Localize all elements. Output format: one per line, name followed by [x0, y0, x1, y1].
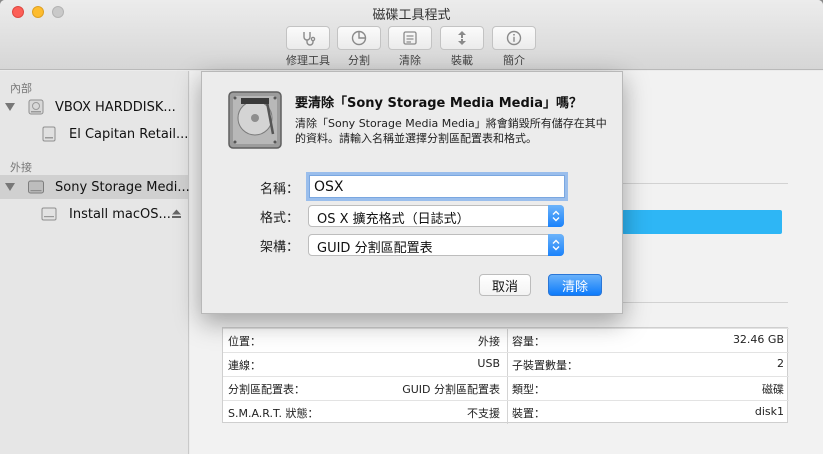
first-aid-button[interactable]	[286, 26, 330, 50]
info-value-connection: USB	[477, 357, 500, 370]
mount-icon	[458, 31, 466, 45]
info-label: 簡介	[503, 54, 525, 67]
sidebar-section-internal: 內部	[10, 82, 32, 95]
partition-label: 分割	[348, 54, 370, 67]
info-label-device: 裝置：	[512, 407, 545, 420]
scheme-select[interactable]: GUID 分割區配置表	[308, 234, 564, 256]
sidebar-item-label: VBOX HARDDISK...	[55, 99, 176, 115]
volume-icon	[42, 126, 56, 142]
sidebar-item-el-capitan[interactable]: El Capitan Retail...	[0, 122, 188, 146]
eject-icon[interactable]	[171, 209, 182, 219]
name-field[interactable]: OSX	[309, 175, 565, 198]
partition-button[interactable]	[337, 26, 381, 50]
mount-label: 裝載	[451, 54, 473, 67]
info-label-connection: 連線：	[228, 359, 261, 372]
info-label-location: 位置：	[228, 335, 261, 348]
info-row-smart: S.M.A.R.T. 狀態： 不支援 裝置： disk1	[223, 400, 789, 424]
window-title: 磁碟工具程式	[372, 8, 451, 23]
info-row-location: 位置： 外接 容量： 32.46 GB	[223, 328, 789, 352]
info-label-capacity: 容量：	[512, 335, 545, 348]
info-value-location: 外接	[478, 335, 500, 348]
info-value-child-count: 2	[777, 357, 784, 370]
first-aid-label: 修理工具	[286, 54, 330, 67]
info-value-device: disk1	[754, 405, 784, 418]
format-select[interactable]: OS X 擴充格式（日誌式）	[308, 205, 564, 227]
dialog-message: 清除「Sony Storage Media Media」將會銷毀所有儲存在其中的…	[295, 117, 607, 145]
scheme-select-value: GUID 分割區配置表	[317, 241, 433, 256]
info-button[interactable]	[492, 26, 536, 50]
usage-bar	[622, 210, 782, 234]
sidebar-item-vbox-harddisk[interactable]: VBOX HARDDISK...	[0, 95, 188, 119]
info-value-partition-map: GUID 分割區配置表	[402, 383, 500, 396]
info-value-type: 磁碟	[762, 383, 784, 396]
format-select-value: OS X 擴充格式（日誌式）	[317, 212, 470, 227]
internal-disk-icon	[28, 99, 44, 115]
volume-icon	[41, 207, 57, 221]
erase-label: 清除	[399, 54, 421, 67]
updown-chevron-icon	[548, 234, 564, 256]
sidebar-item-install-macos[interactable]: Install macOS...	[0, 202, 188, 226]
disk-info-table: 位置： 外接 容量： 32.46 GB 連線： USB 子裝置數量： 2 分割區…	[222, 327, 789, 424]
erase-button[interactable]	[388, 26, 432, 50]
partition-pie-icon	[351, 30, 367, 46]
stethoscope-icon	[303, 32, 316, 46]
external-disk-icon	[28, 180, 44, 194]
sidebar-section-external: 外接	[10, 161, 32, 174]
info-value-smart: 不支援	[467, 407, 500, 420]
dialog-title: 要清除「Sony Storage Media Media」嗎？	[295, 96, 582, 111]
sidebar-item-label: El Capitan Retail...	[69, 126, 189, 142]
mount-button[interactable]	[440, 26, 484, 50]
info-row-partition-map: 分割區配置表： GUID 分割區配置表 類型： 磁碟	[223, 376, 789, 400]
disk-utility-window: 磁碟工具程式 修理工具 分割 清除 裝載 簡介 內部 VBOX HARDDISK…	[0, 0, 823, 454]
info-icon	[506, 30, 522, 46]
info-label-smart: S.M.A.R.T. 狀態：	[228, 407, 319, 420]
cancel-button[interactable]: 取消	[479, 274, 531, 296]
info-label-partition-map: 分割區配置表：	[228, 383, 305, 396]
name-label: 名稱：	[259, 182, 299, 197]
sidebar-item-sony-storage[interactable]: Sony Storage Medi...	[0, 175, 190, 199]
disclosure-triangle-icon[interactable]	[5, 103, 15, 111]
sidebar-item-label: Sony Storage Medi...	[55, 179, 190, 195]
info-label-type: 類型：	[512, 383, 545, 396]
hard-disk-icon	[228, 91, 282, 149]
updown-chevron-icon	[548, 205, 564, 227]
erase-confirm-button[interactable]: 清除	[548, 274, 602, 296]
info-row-connection: 連線： USB 子裝置數量： 2	[223, 352, 789, 376]
disclosure-triangle-icon[interactable]	[5, 183, 15, 191]
info-label-child-count: 子裝置數量：	[512, 359, 578, 372]
sidebar: 內部 VBOX HARDDISK... El Capitan Retail...…	[0, 71, 190, 454]
scheme-label: 架構：	[259, 240, 299, 255]
sidebar-item-label: Install macOS...	[69, 206, 171, 222]
erase-dialog: 要清除「Sony Storage Media Media」嗎？ 清除「Sony …	[201, 71, 623, 314]
erase-icon	[403, 31, 417, 45]
toolbar: 磁碟工具程式 修理工具 分割 清除 裝載 簡介	[0, 0, 823, 70]
format-label: 格式：	[259, 211, 299, 226]
info-value-capacity: 32.46 GB	[732, 333, 784, 346]
